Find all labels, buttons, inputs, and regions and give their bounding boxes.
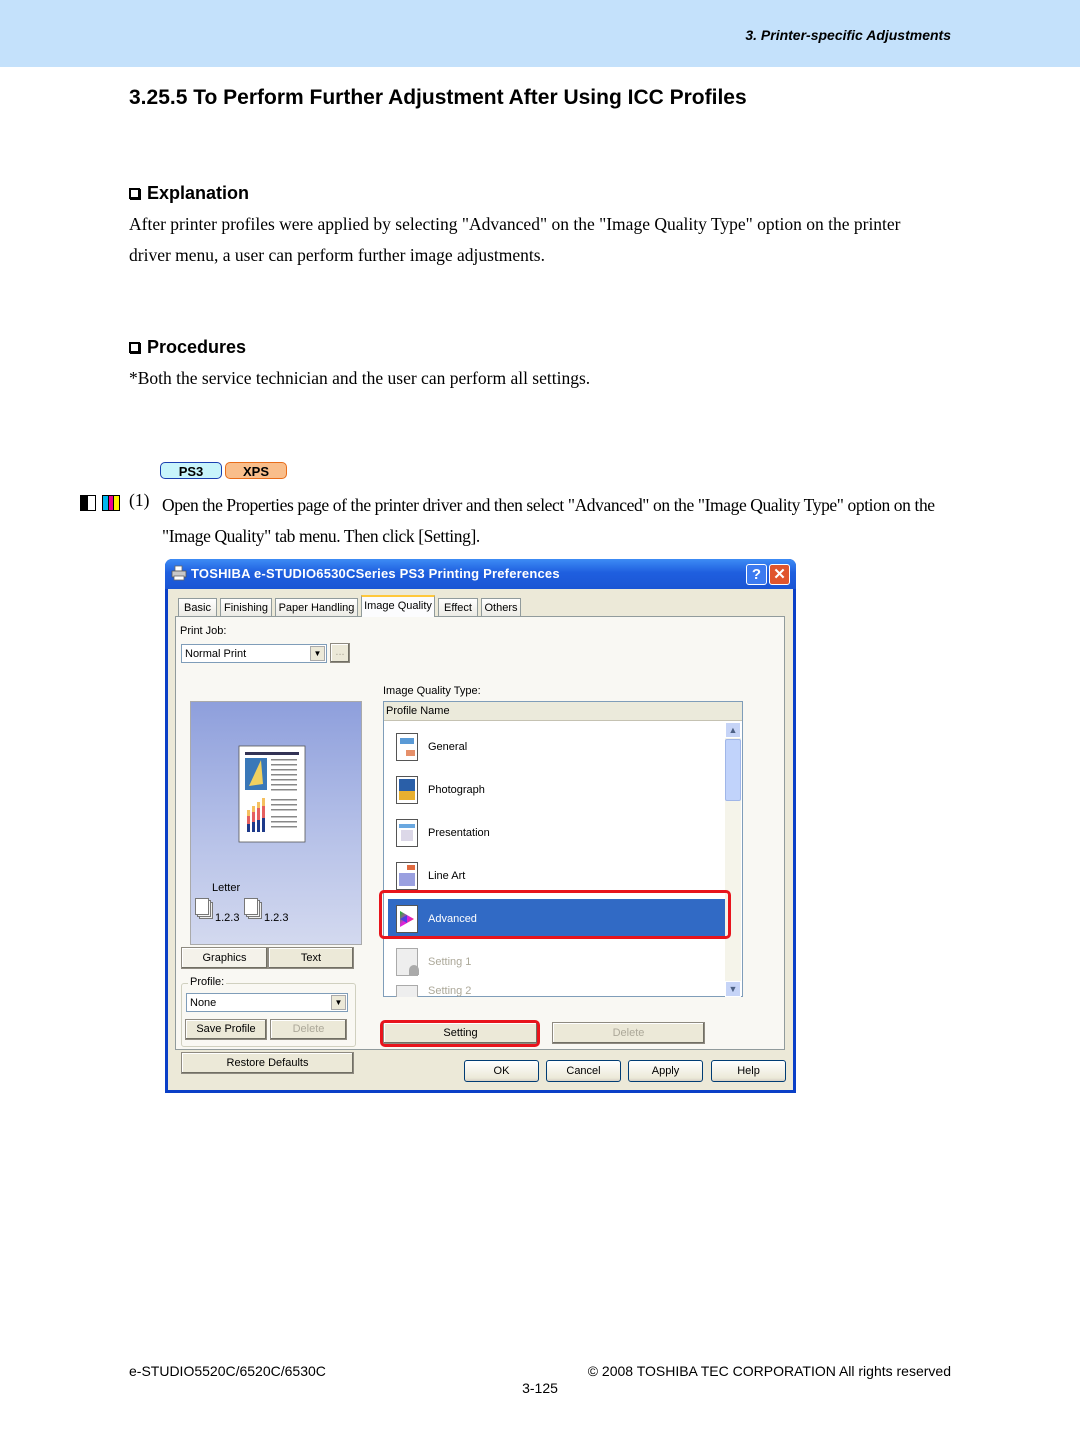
dialog-client-area: Basic Finishing Paper Handling Image Qua… [168, 589, 793, 1090]
step-line-1: Open the Properties page of the printer … [162, 495, 935, 515]
print-job-select[interactable]: Normal Print ▼ [181, 644, 327, 663]
text-tab[interactable]: Text [268, 947, 354, 969]
xps-badge: XPS [225, 462, 287, 479]
chevron-down-icon[interactable]: ▼ [725, 981, 741, 997]
general-doc-icon [396, 733, 418, 761]
collate-label-2: 1.2.3 [264, 912, 289, 924]
explanation-line-1: After printer profiles were applied by s… [129, 214, 901, 234]
apply-button[interactable]: Apply [628, 1060, 703, 1082]
delete-button[interactable]: Delete [552, 1022, 705, 1044]
scrollbar-thumb[interactable] [725, 739, 741, 801]
page-title: 3.25.5 To Perform Further Adjustment Aft… [129, 86, 747, 109]
collate-stack-icon [195, 898, 213, 919]
tab-effect[interactable]: Effect [438, 598, 478, 616]
advanced-highlight [379, 890, 731, 939]
graphics-tab[interactable]: Graphics [181, 947, 268, 969]
print-job-label: Print Job: [180, 625, 227, 637]
profile-item-photograph[interactable]: Photograph [388, 770, 728, 810]
help-button[interactable]: Help [711, 1060, 786, 1082]
user-profile-icon [396, 985, 418, 997]
cancel-button[interactable]: Cancel [546, 1060, 621, 1082]
print-job-value: Normal Print [185, 648, 247, 660]
paper-size-label: Letter [212, 882, 241, 894]
document-preview-icon [238, 745, 306, 843]
image-quality-panel: Print Job: Normal Print ▼ ... Letter 1.2… [175, 616, 785, 1074]
footer-copyright: © 2008 TOSHIBA TEC CORPORATION All right… [587, 1363, 951, 1379]
tab-finishing[interactable]: Finishing [220, 598, 272, 616]
procedures-heading-text: Procedures [147, 337, 247, 357]
lineart-doc-icon [396, 862, 418, 890]
printer-icon [171, 565, 187, 581]
chevron-down-icon[interactable]: ▼ [310, 646, 325, 661]
presentation-doc-icon [396, 819, 418, 847]
procedures-note: *Both the service technician and the use… [129, 368, 591, 388]
profile-item-presentation[interactable]: Presentation [388, 813, 728, 853]
monochrome-icon [80, 495, 96, 511]
profile-item-general[interactable]: General [388, 727, 728, 767]
restore-defaults-button[interactable]: Restore Defaults [181, 1052, 354, 1074]
delete-profile-button[interactable]: Delete [270, 1019, 347, 1040]
explanation-line-2: driver menu, a user can perform further … [129, 245, 545, 265]
profile-name-column-header[interactable]: Profile Name [384, 702, 742, 721]
page-number: 3-125 [522, 1380, 558, 1396]
explanation-heading: Explanation [129, 183, 249, 204]
step-line-2: "Image Quality" tab menu. Then click [Se… [162, 526, 480, 546]
dialog-title: TOSHIBA e-STUDIO6530CSeries PS3 Printing… [191, 566, 560, 581]
full-color-icon [102, 495, 120, 511]
tab-others[interactable]: Others [481, 598, 521, 616]
profile-value: None [190, 997, 217, 1009]
close-button[interactable]: ✕ [769, 564, 790, 585]
collate-stack-icon [244, 898, 262, 919]
save-profile-button[interactable]: Save Profile [185, 1019, 267, 1040]
procedures-heading: Procedures [129, 337, 246, 358]
checkbox-bullet-icon [129, 342, 140, 353]
print-job-more-button[interactable]: ... [330, 643, 350, 663]
profile-item-setting-2[interactable]: Setting 2 [388, 985, 728, 997]
profile-select[interactable]: None ▼ [186, 993, 348, 1012]
setting-highlight [380, 1020, 540, 1047]
step-mode-icons [80, 495, 120, 511]
ok-button[interactable]: OK [464, 1060, 539, 1082]
dialog-titlebar[interactable]: TOSHIBA e-STUDIO6530CSeries PS3 Printing… [165, 559, 796, 589]
profile-label: Profile: [188, 976, 227, 988]
profile-list-scrollbar[interactable]: ▲ ▼ [725, 722, 741, 997]
checkbox-bullet-icon [129, 188, 140, 199]
tab-paper-handling[interactable]: Paper Handling [275, 598, 358, 616]
help-title-button[interactable]: ? [746, 564, 767, 585]
footer-model: e-STUDIO5520C/6520C/6530C [129, 1363, 326, 1379]
chapter-title: 3. Printer-specific Adjustments [745, 27, 951, 43]
collate-label-1: 1.2.3 [215, 912, 240, 924]
ps3-badge: PS3 [160, 462, 222, 479]
step-number: (1) [129, 490, 150, 510]
chevron-up-icon[interactable]: ▲ [725, 722, 741, 738]
image-quality-type-label: Image Quality Type: [383, 685, 481, 697]
tab-image-quality[interactable]: Image Quality [361, 595, 435, 617]
printing-preferences-dialog: TOSHIBA e-STUDIO6530CSeries PS3 Printing… [165, 559, 796, 1093]
tab-basic[interactable]: Basic [178, 598, 217, 616]
explanation-heading-text: Explanation [147, 183, 250, 203]
profile-list[interactable]: Profile Name General Photograph Presenta… [383, 701, 743, 997]
preview-pane: Letter 1.2.3 1.2.3 [190, 701, 362, 945]
user-profile-icon [396, 948, 419, 976]
chevron-down-icon[interactable]: ▼ [331, 995, 346, 1010]
photo-doc-icon [396, 776, 418, 804]
profile-item-setting-1[interactable]: Setting 1 [388, 942, 728, 982]
